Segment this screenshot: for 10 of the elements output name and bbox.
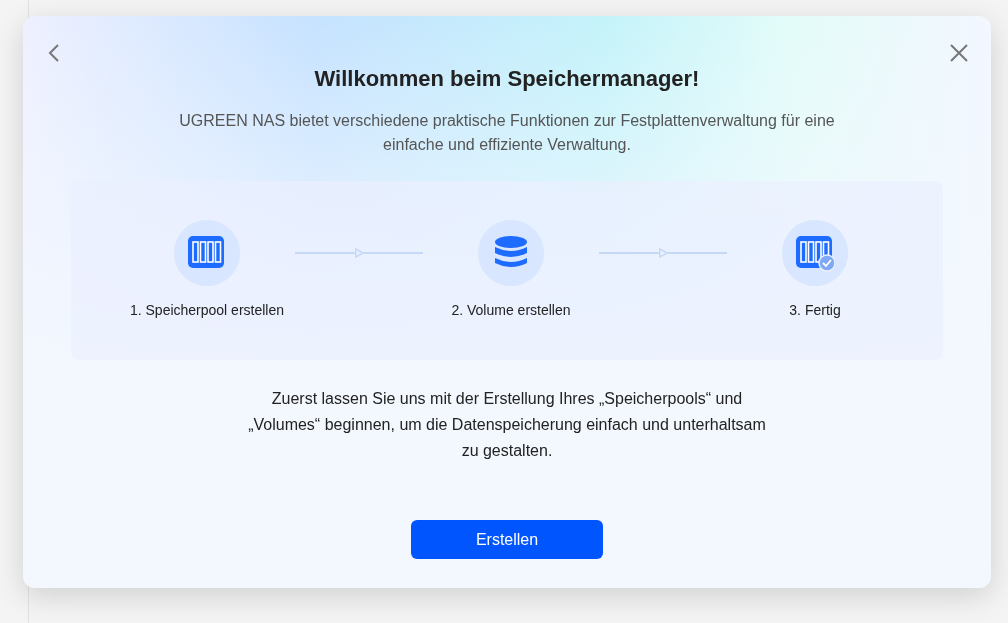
description: Zuerst lassen Sie uns mit der Erstellung Ihres „Speicherpools“ und „Volumes“ beginnen, um die Datenspeicherung einfach und unterhaltsam zu gestalten.: [247, 389, 767, 461]
create-button[interactable]: Erstellen: [411, 520, 603, 559]
step-label: 3. Fertig: [789, 302, 841, 318]
back-icon[interactable]: [48, 43, 60, 63]
dialog-title: Willkommen beim Speichermanager!: [314, 66, 700, 92]
step-label: 1. Speicherpool erstellen: [129, 302, 285, 318]
drive-bay-check-icon: [795, 234, 835, 272]
step-label: 2. Volume erstellen: [451, 302, 571, 318]
subtitle: UGREEN NAS bietet verschiedene praktische Funktionen zur Festplattenverwaltung für eine einfache und effiziente Verwaltung.: [178, 111, 836, 155]
close-icon[interactable]: [950, 44, 968, 62]
